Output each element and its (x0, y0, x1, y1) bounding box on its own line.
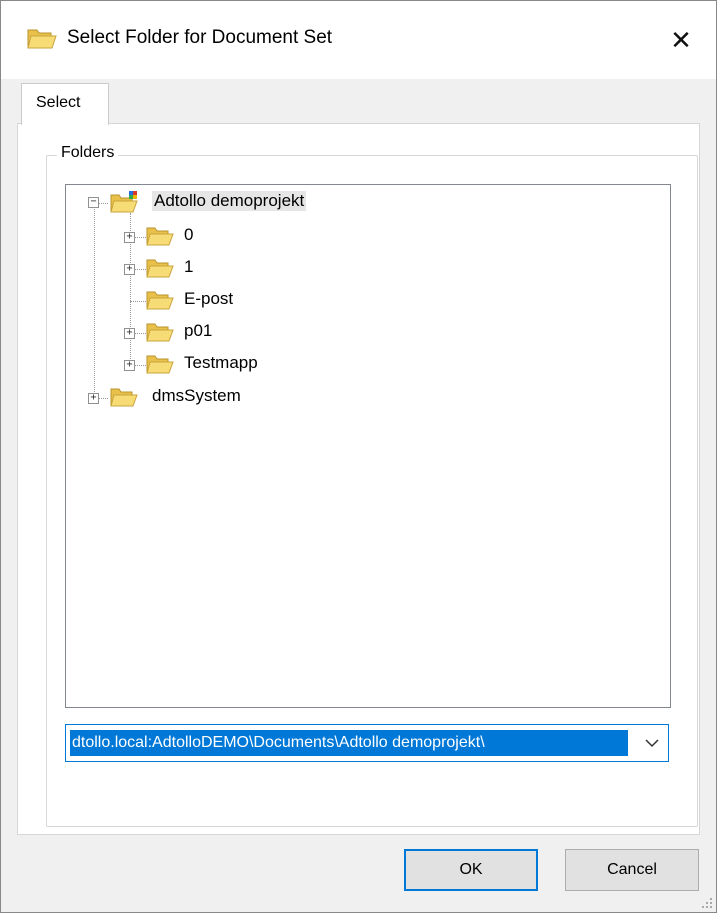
folder-icon (146, 355, 174, 374)
tree-node-label[interactable]: 1 (184, 257, 193, 277)
folders-group-label: Folders (57, 144, 119, 162)
project-folder-icon (110, 191, 138, 213)
folder-tree[interactable]: − Adtollo demoprojekt + 0 + 1 E-post + p… (65, 184, 671, 708)
cancel-button[interactable]: Cancel (565, 849, 699, 891)
expand-toggle[interactable]: + (124, 232, 135, 243)
folder-icon (27, 29, 57, 49)
tree-line (98, 203, 108, 204)
select-folder-dialog: Select Folder for Document Set ✕ Select … (0, 0, 717, 913)
expand-toggle[interactable]: + (124, 360, 135, 371)
tree-node-root-label[interactable]: Adtollo demoprojekt (152, 191, 307, 211)
folder-icon (146, 259, 174, 278)
expand-toggle[interactable]: + (124, 264, 135, 275)
folder-icon (146, 291, 174, 310)
tab-select-label: Select (36, 94, 81, 111)
folder-icon (110, 388, 138, 407)
tree-line (134, 365, 146, 366)
tab-panel: Folders − Adtollo demoprojekt + 0 + 1 E-… (17, 123, 700, 835)
close-icon: ✕ (670, 24, 692, 55)
expand-toggle[interactable]: + (124, 328, 135, 339)
tree-line (134, 237, 146, 238)
tab-select[interactable]: Select (21, 83, 109, 125)
ok-button[interactable]: OK (404, 849, 538, 891)
folder-icon (146, 323, 174, 342)
tree-node-label[interactable]: p01 (184, 321, 212, 341)
dialog-title: Select Folder for Document Set (67, 27, 333, 48)
resize-grip-icon[interactable] (701, 897, 713, 909)
path-combobox-value[interactable]: dtollo.local:AdtolloDEMO\Documents\Adtol… (70, 730, 628, 756)
tree-line (134, 333, 146, 334)
tree-line (134, 269, 146, 270)
tree-node-label[interactable]: Testmapp (184, 353, 258, 373)
tree-node-label[interactable]: 0 (184, 225, 193, 245)
expand-toggle[interactable]: + (88, 393, 99, 404)
tree-node-label[interactable]: E-post (184, 289, 233, 309)
path-combobox[interactable]: dtollo.local:AdtolloDEMO\Documents\Adtol… (65, 724, 669, 762)
close-button[interactable]: ✕ (646, 1, 716, 79)
chevron-down-icon[interactable] (642, 733, 662, 753)
collapse-toggle[interactable]: − (88, 197, 99, 208)
tree-line (98, 398, 108, 399)
tree-node-label[interactable]: dmsSystem (152, 386, 241, 406)
title-bar[interactable]: Select Folder for Document Set ✕ (1, 1, 716, 79)
folder-icon (146, 227, 174, 246)
tree-line (94, 207, 95, 400)
folders-groupbox: Folders − Adtollo demoprojekt + 0 + 1 E-… (46, 144, 698, 827)
